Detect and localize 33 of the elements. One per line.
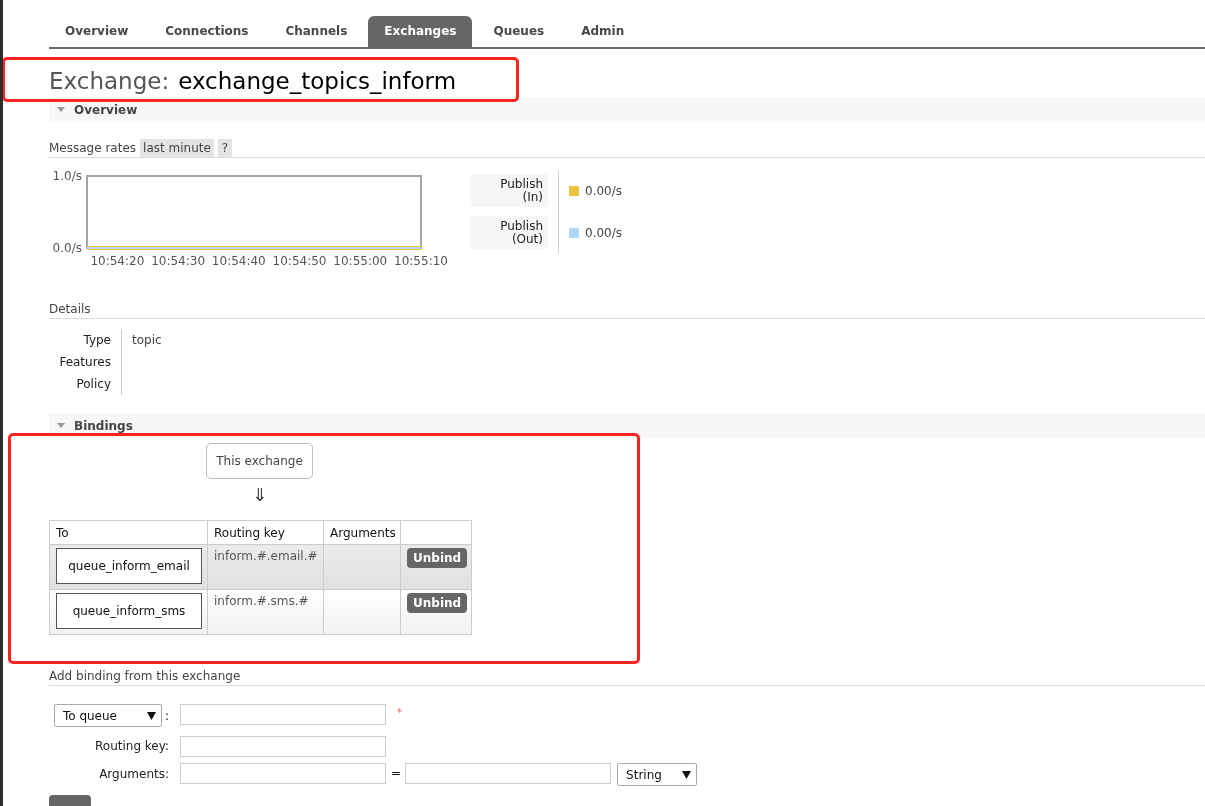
field-label: Arguments: [98,766,169,783]
axis-tick-label: 1.0/s [52,169,82,183]
separator-text: : [164,708,169,723]
axis-tick-label: 10:54:50 [272,254,327,268]
subsection-title: Add binding from this exchange [49,667,1205,686]
axis-tick-label: 10:55:00 [333,254,388,268]
field-label: Routing key: [94,738,169,755]
rates-label: Message rates [49,140,137,157]
table-cell: inform.#.sms.# [207,589,324,635]
equals-sign: = [391,765,402,782]
field-label: Features [58,355,111,369]
subsection-title: Details [49,300,1205,319]
down-arrow-icon: ⇓ [251,485,268,504]
rate-value: 0.00/s [585,225,622,240]
exchange-node: This exchange [206,443,313,479]
rate-value: 0.00/s [585,183,622,198]
title-label: Exchange: [49,67,170,96]
axis-tick-label: 0.0/s [52,241,82,255]
exchange-name: exchange_topics_inform [178,67,457,96]
table-header-cell: To [49,520,208,545]
field-label: Policy [75,377,111,391]
required-mark: * [397,708,402,718]
axis-tick-label: 10:54:30 [151,254,206,268]
axis-tick-label: 10:55:10 [394,254,448,268]
field-label: Type [82,333,111,347]
legend-label: Publish (In) [470,174,548,207]
axis-tick-label: 10:54:20 [90,254,145,268]
legend-label: Publish (Out) [470,216,548,249]
table-header-cell: Routing key [207,520,324,545]
axis-tick-label: 10:54:40 [211,254,266,268]
table-cell: inform.#.email.# [207,544,324,590]
field-value: topic [132,333,163,347]
table-header-cell: Arguments [323,520,401,545]
